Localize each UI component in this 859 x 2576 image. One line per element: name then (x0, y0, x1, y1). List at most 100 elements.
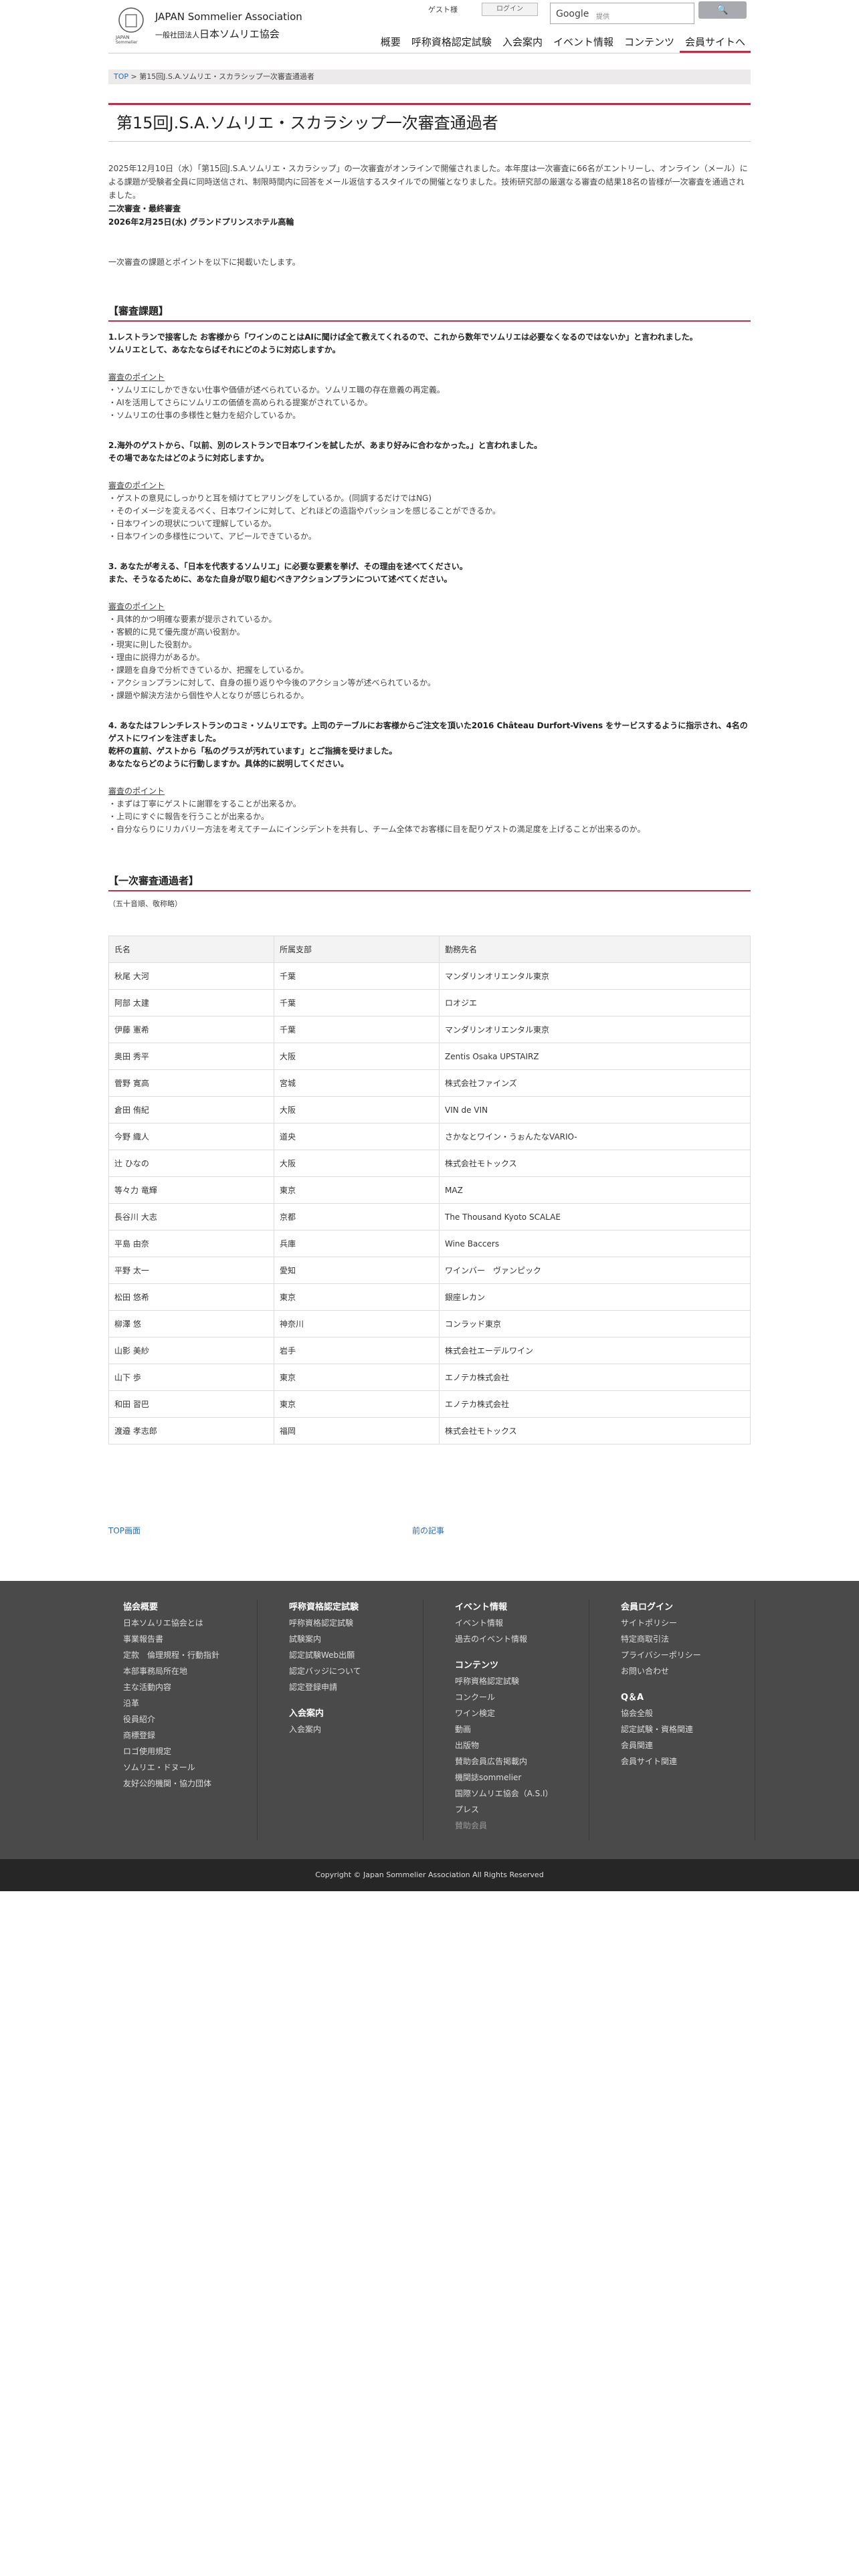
svg-text:JAPAN: JAPAN (115, 35, 130, 40)
footer-link[interactable]: 主な活動内容 (123, 1679, 257, 1695)
footer-link[interactable]: 協会全般 (621, 1705, 755, 1721)
search-button[interactable]: 🔍 (698, 1, 747, 19)
site-logo[interactable]: JAPAN Sommelier JAPAN Sommelier Associat… (114, 5, 308, 48)
cell-workplace: ワインバー ヴァンピック (439, 1257, 751, 1284)
footer-heading: 呼称資格認定試験 (289, 1602, 359, 1612)
passers-heading: 【一次審査通過者】 (108, 873, 751, 891)
footer-link[interactable]: 動画 (455, 1721, 589, 1737)
table-row: 伊藤 憲希 千葉 マンダリンオリエンタル東京 (108, 1016, 751, 1043)
footer-link[interactable]: 役員紹介 (123, 1711, 257, 1727)
breadcrumb-top[interactable]: TOP (114, 72, 128, 81)
footer-link[interactable]: プレス (455, 1802, 589, 1818)
column-header-name: 氏名 (108, 936, 274, 963)
nav-events[interactable]: イベント情報 (547, 33, 619, 53)
nav-overview[interactable]: 概要 (375, 33, 406, 53)
footer-heading: 協会概要 (123, 1602, 159, 1612)
cell-workplace: 株式会社エーデルワイン (439, 1337, 751, 1364)
footer-link[interactable]: 友好公的機関・協力団体 (123, 1776, 257, 1792)
cell-name: 阿部 太建 (108, 989, 274, 1016)
cell-branch: 東京 (274, 1176, 440, 1204)
footer-link[interactable]: 会員サイト関連 (621, 1753, 755, 1769)
cell-workplace: Wine Baccers (439, 1230, 751, 1257)
table-row: 山下 歩東京 エノテカ株式会社 (108, 1364, 751, 1391)
cell-workplace: 株式会社モトックス (439, 1150, 751, 1177)
cell-workplace: マンダリンオリエンタル東京 (439, 962, 751, 990)
footer-link[interactable]: 日本ソムリエ協会とは (123, 1615, 257, 1631)
table-row: 松田 悠希 東京 銀座レカン (108, 1283, 751, 1311)
footer-link[interactable]: 本部事務局所在地 (123, 1663, 257, 1679)
cell-name: 伊藤 憲希 (108, 1016, 274, 1043)
second-round-title: 二次審査・最終審査 (108, 204, 181, 213)
footer-link[interactable]: イベント情報 (455, 1615, 589, 1631)
footer-link[interactable]: 賛助会員 (455, 1818, 589, 1834)
cell-name: 平野 太一 (108, 1257, 274, 1284)
login-button[interactable]: ログイン (482, 3, 538, 16)
cell-workplace: MAZ (439, 1176, 751, 1204)
column-header-branch: 所属支部 (274, 936, 440, 963)
cell-workplace: 株式会社モトックス (439, 1417, 751, 1444)
footer-link[interactable]: ワイン検定 (455, 1705, 589, 1721)
footer-link[interactable]: 過去のイベント情報 (455, 1631, 589, 1647)
nav-contents[interactable]: コンテンツ (618, 33, 680, 53)
top-page-link[interactable]: TOP画面 (108, 1525, 140, 1536)
cell-branch: 東京 (274, 1364, 440, 1391)
table-row: 平野 太一 愛知 ワインバー ヴァンピック (108, 1257, 751, 1284)
main-nav: 概要 呼称資格認定試験 入会案内 イベント情報 コンテンツ 会員サイトへ (375, 33, 751, 53)
footer-link[interactable]: コンクール (455, 1689, 589, 1705)
previous-article-link[interactable]: 前の記事 (412, 1525, 444, 1536)
footer-link[interactable]: 事業報告書 (123, 1631, 257, 1647)
search-input[interactable]: Google 提供 (550, 3, 694, 24)
cell-branch: 京都 (274, 1203, 440, 1230)
footer-link[interactable]: お問い合わせ (621, 1663, 755, 1679)
footer-link[interactable]: 商標登録 (123, 1727, 257, 1743)
review-points: 審査のポイント ・ゲストの意見にしっかりと耳を傾けてヒアリングをしているか。(同… (108, 481, 500, 541)
footer-heading: Q＆A (621, 1693, 644, 1703)
cell-name: 渡邉 孝志郎 (108, 1417, 274, 1444)
cell-branch: 兵庫 (274, 1230, 440, 1257)
cell-name: 山下 歩 (108, 1364, 274, 1391)
cell-workplace: エノテカ株式会社 (439, 1390, 751, 1418)
footer-link[interactable]: ロゴ使用規定 (123, 1743, 257, 1759)
cell-branch: 東京 (274, 1390, 440, 1418)
search-placeholder: 提供 (596, 13, 609, 21)
footer-link[interactable]: 入会案内 (289, 1721, 423, 1737)
intro: 2025年12月10日（水）「第15回J.S.A.ソムリエ・スカラシップ」の一次… (108, 162, 751, 269)
footer-col-events: イベント情報 イベント情報 過去のイベント情報 コンテンツ 呼称資格認定試験 コ… (455, 1600, 589, 1840)
question-block-2: 2.海外のゲストから、「以前、別のレストランで日本ワインを試したが、あまり好みに… (108, 439, 751, 543)
table-row: 長谷川 大志 京都 The Thousand Kyoto SCALAE (108, 1203, 751, 1230)
footer-link[interactable]: 機関誌sommelier (455, 1769, 589, 1786)
footer-link[interactable]: 呼称資格認定試験 (289, 1615, 423, 1631)
footer-link[interactable]: 定款 倫理規程・行動指針 (123, 1647, 257, 1663)
cell-branch: 道央 (274, 1123, 440, 1150)
footer-link[interactable]: 出版物 (455, 1737, 589, 1753)
cell-name: 倉田 侑紀 (108, 1096, 274, 1123)
footer-link[interactable]: 国際ソムリエ協会（A.S.I） (455, 1786, 589, 1802)
footer-col-certification: 呼称資格認定試験 呼称資格認定試験 試験案内 認定試験Web出願 認定バッジにつ… (289, 1600, 423, 1840)
nav-member-site[interactable]: 会員サイトへ (679, 33, 751, 53)
nav-membership[interactable]: 入会案内 (496, 33, 548, 53)
table-row: 倉田 侑紀 大阪 VIN de VIN (108, 1096, 751, 1123)
passers-table-body: 秋尾 大河 千葉 マンダリンオリエンタル東京 阿部 太建 千葉 ロオジエ 伊藤 憲希 千葉 マン… (108, 962, 751, 1444)
footer-link[interactable]: 会員関連 (621, 1737, 755, 1753)
cell-workplace: マンダリンオリエンタル東京 (439, 1016, 751, 1043)
footer-links: 日本ソムリエ協会とは 事業報告書 定款 倫理規程・行動指針 本部事務局所在地 主… (123, 1615, 257, 1792)
footer-link[interactable]: 認定試験・資格関連 (621, 1721, 755, 1737)
footer-link[interactable]: 特定商取引法 (621, 1631, 755, 1647)
passers-table: 氏名 所属支部 勤務先名 秋尾 大河 千葉 マンダリンオリエンタル東京 阿部 太建 千葉… (108, 936, 751, 1444)
table-row: 柳澤 悠神奈川 コンラッド東京 (108, 1310, 751, 1337)
table-row: 阿部 太建 千葉 ロオジエ (108, 989, 751, 1016)
footer-link[interactable]: 呼称資格認定試験 (455, 1673, 589, 1689)
footer-link[interactable]: プライバシーポリシー (621, 1647, 755, 1663)
footer-heading: コンテンツ (455, 1660, 499, 1671)
footer-link[interactable]: 試験案内 (289, 1631, 423, 1647)
footer-link[interactable]: 認定登録申請 (289, 1679, 423, 1695)
footer-link[interactable]: 賛助会員広告掲載内 (455, 1753, 589, 1769)
footer-link[interactable]: ソムリエ・ドヌール (123, 1759, 257, 1776)
footer-link[interactable]: 認定バッジについて (289, 1663, 423, 1679)
footer-link[interactable]: 認定試験Web出願 (289, 1647, 423, 1663)
cell-workplace: Zentis Osaka UPSTAIRZ (439, 1043, 751, 1070)
question-block-1: 1.レストランで接客した お客様から「ワインのことはAIに聞けば全て教えてくれる… (108, 331, 751, 422)
footer-link[interactable]: サイトポリシー (621, 1615, 755, 1631)
nav-certification[interactable]: 呼称資格認定試験 (405, 33, 497, 53)
footer-link[interactable]: 沿革 (123, 1695, 257, 1711)
